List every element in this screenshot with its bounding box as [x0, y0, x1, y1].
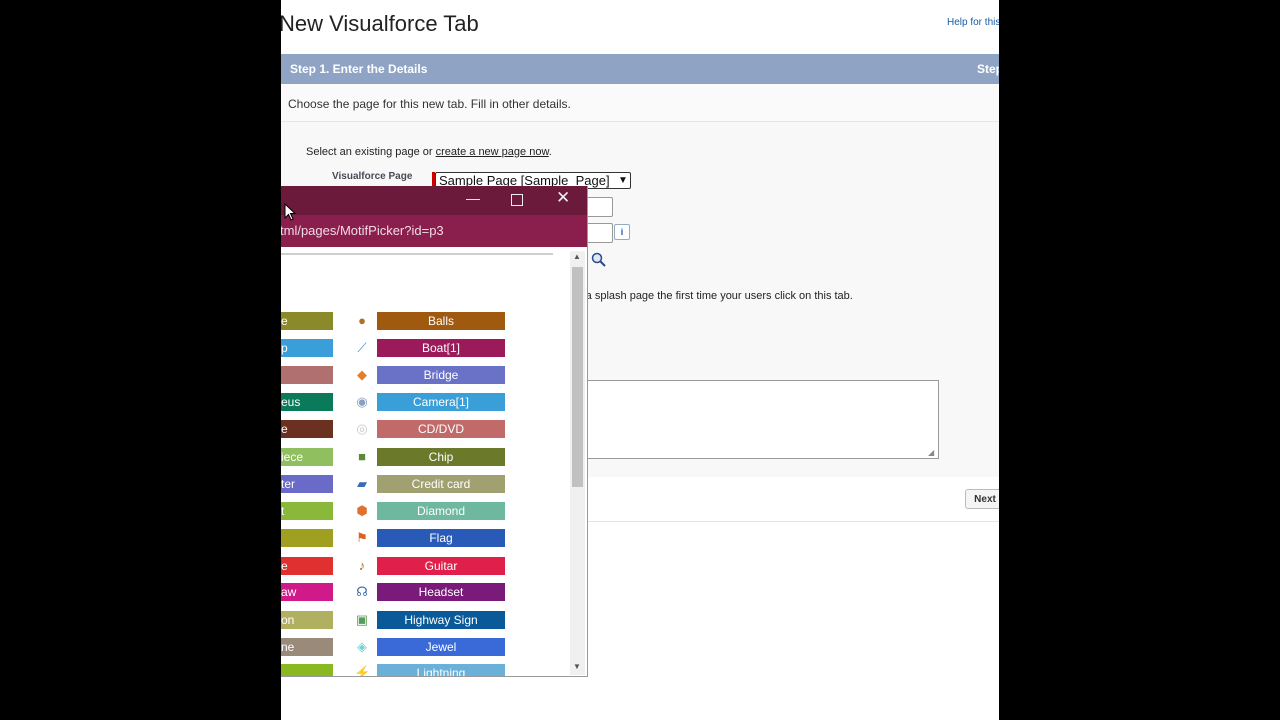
motif-icon[interactable]: ♪	[354, 558, 370, 574]
motif-icon[interactable]: ◆	[354, 367, 370, 383]
motif-button[interactable]: Highway Sign	[377, 611, 505, 629]
next-button[interactable]: Next	[965, 489, 999, 509]
motif-button[interactable]	[281, 366, 333, 384]
page-title: New Visualforce Tab	[281, 11, 479, 36]
motif-button[interactable]: iece	[281, 448, 333, 466]
motif-icon[interactable]: ☊	[354, 584, 370, 600]
motif-icon[interactable]: ▣	[354, 612, 370, 628]
motif-button[interactable]: aw	[281, 583, 333, 601]
visualforce-page-label: Visualforce Page	[332, 171, 413, 182]
motif-icon[interactable]: ⬢	[354, 503, 370, 519]
description-textarea[interactable]	[581, 380, 939, 459]
motif-button[interactable]: CD/DVD	[377, 420, 505, 438]
close-icon[interactable]: ✕	[556, 188, 570, 208]
salesforce-page: New Visualforce Tab Help for this Step 1…	[281, 0, 999, 720]
select-text: Select an existing page or	[306, 146, 436, 158]
step-indicator: Step	[977, 62, 999, 76]
info-icon[interactable]: i	[614, 224, 630, 240]
motif-button[interactable]: eus	[281, 393, 333, 411]
motif-button[interactable]: Camera[1]	[377, 393, 505, 411]
mouse-cursor-icon	[284, 202, 297, 221]
motif-button[interactable]: Bridge	[377, 366, 505, 384]
motif-button[interactable]: ne	[281, 638, 333, 656]
motif-button[interactable]: Balls	[377, 312, 505, 330]
motif-button[interactable]: p	[281, 339, 333, 357]
motif-icon[interactable]: ⚑	[354, 530, 370, 546]
motif-button[interactable]: t	[281, 502, 333, 520]
intro-text: Choose the page for this new tab. Fill i…	[288, 97, 571, 111]
motif-button[interactable]	[281, 529, 333, 547]
motif-button[interactable]: Credit card	[377, 475, 505, 493]
create-new-page-link[interactable]: create a new page now	[436, 146, 549, 158]
motif-button[interactable]	[281, 664, 333, 676]
help-link[interactable]: Help for this	[947, 17, 999, 28]
motif-button[interactable]: ter	[281, 475, 333, 493]
motif-icon[interactable]: ◉	[354, 394, 370, 410]
scroll-down-icon[interactable]: ▼	[573, 662, 581, 671]
motif-button[interactable]: Guitar	[377, 557, 505, 575]
motif-button[interactable]: Chip	[377, 448, 505, 466]
step-title: Step 1. Enter the Details	[290, 62, 428, 76]
splash-page-text: as a splash page the first time your use…	[571, 290, 853, 302]
motif-icon[interactable]: ⟋	[354, 340, 370, 356]
scrollbar-thumb[interactable]	[572, 267, 583, 487]
lookup-icon[interactable]	[591, 252, 607, 268]
minimize-icon[interactable]: —	[464, 190, 482, 206]
motif-icon[interactable]: ◎	[354, 421, 370, 437]
maximize-icon[interactable]	[511, 194, 523, 206]
motif-icon[interactable]: ⚡	[354, 665, 370, 676]
motif-button[interactable]: e	[281, 312, 333, 330]
window-titlebar[interactable]	[281, 186, 587, 215]
motif-button[interactable]: e	[281, 420, 333, 438]
motif-icon[interactable]: ■	[354, 449, 370, 465]
scroll-up-icon[interactable]: ▲	[573, 252, 581, 261]
select-text-end: .	[548, 146, 552, 158]
motif-picker-window: — ✕ tml/pages/MotifPicker?id=p3 e p eus e ie…	[281, 186, 588, 677]
select-page-instructions: Select an existing page or create a new …	[306, 146, 552, 158]
chevron-down-icon[interactable]: ▼	[615, 172, 631, 189]
motif-button[interactable]: Boat[1]	[377, 339, 505, 357]
motif-button[interactable]: Headset	[377, 583, 505, 601]
motif-icon[interactable]: ▰	[354, 476, 370, 492]
motif-button[interactable]: Flag	[377, 529, 505, 547]
motif-button[interactable]: Jewel	[377, 638, 505, 656]
popup-url: tml/pages/MotifPicker?id=p3	[281, 223, 444, 238]
divider	[281, 253, 553, 255]
resize-grip-icon[interactable]: ◢	[928, 448, 936, 457]
motif-button[interactable]: Diamond	[377, 502, 505, 520]
motif-button[interactable]: on	[281, 611, 333, 629]
motif-button[interactable]: e	[281, 557, 333, 575]
motif-icon[interactable]: ●	[354, 313, 370, 329]
motif-button[interactable]: Lightning	[377, 664, 505, 676]
motif-icon[interactable]: ◈	[354, 639, 370, 655]
